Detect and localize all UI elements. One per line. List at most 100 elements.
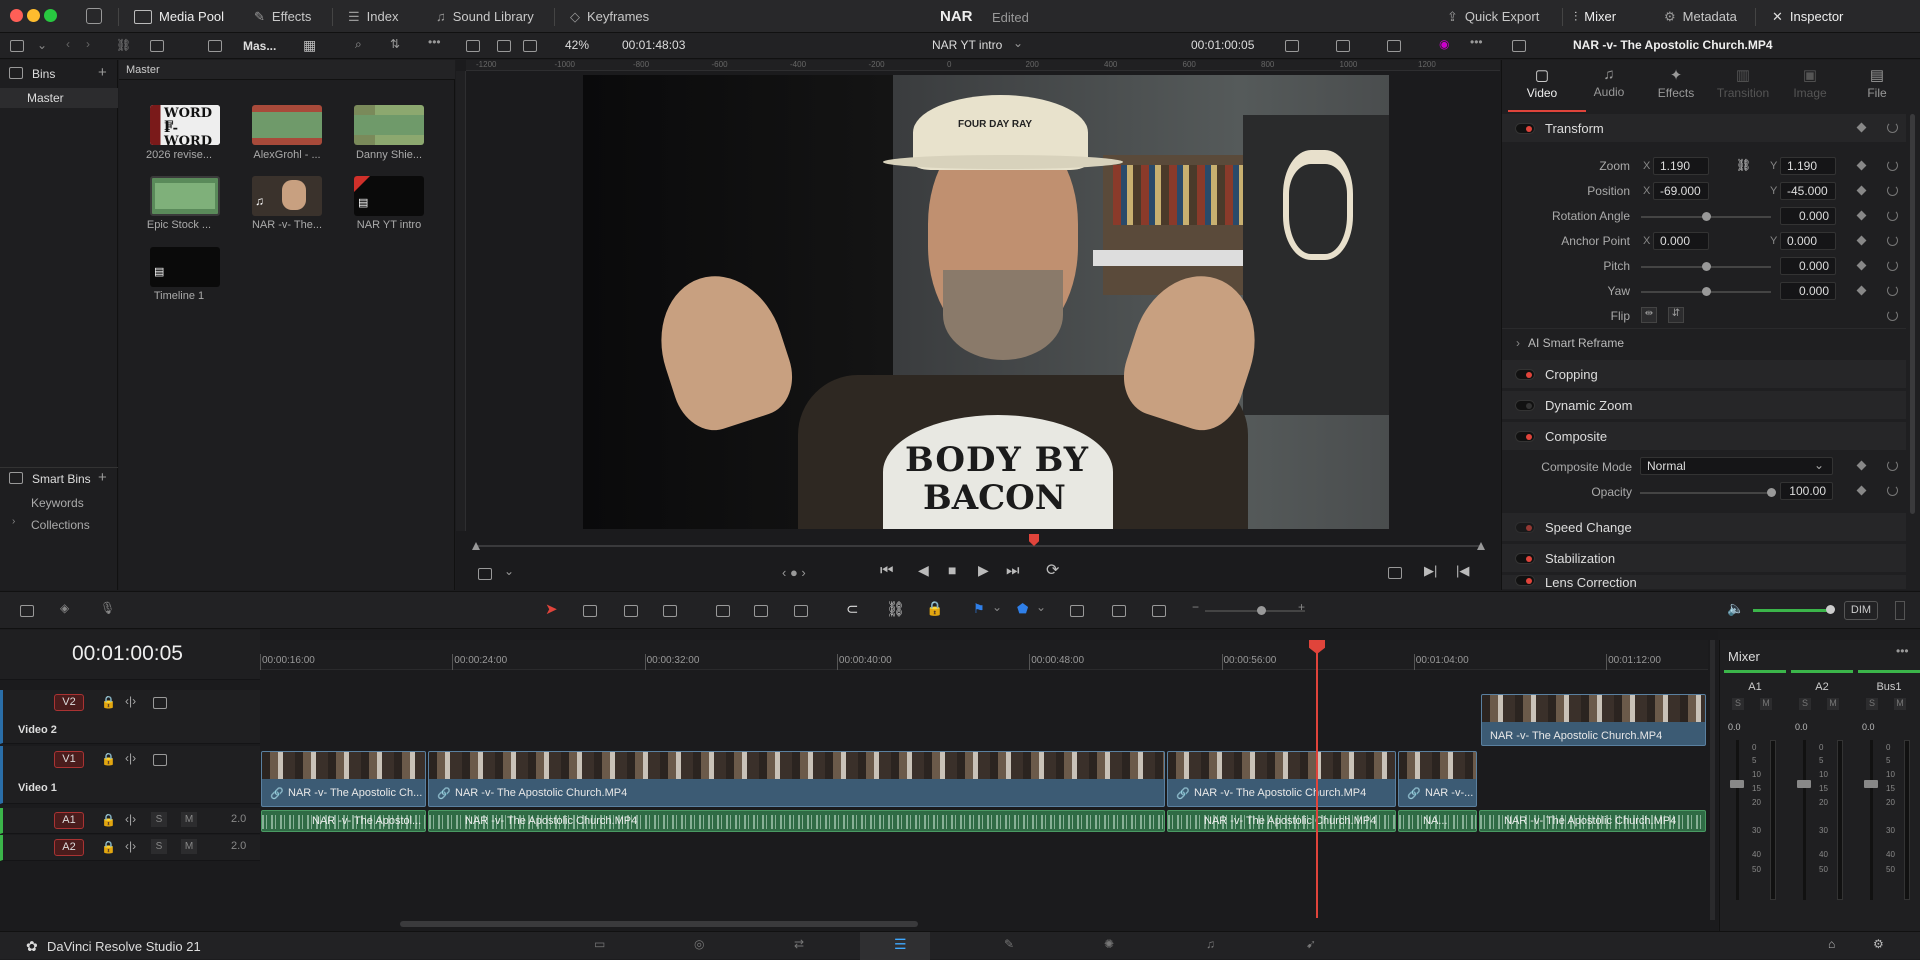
reset-icon[interactable] [1887,235,1898,246]
lock-icon[interactable]: 🔒 [101,752,116,766]
clip-thumbnail[interactable]: WORD F F-WORD [150,105,220,145]
replace-clip-icon[interactable] [794,605,808,617]
transform-toggle[interactable] [1515,122,1535,134]
fusion-page-icon[interactable]: ✎ [1004,937,1014,951]
dynamic-trim-icon[interactable] [624,605,638,617]
prev-edit-icon[interactable]: |◀ [1456,563,1469,579]
pitch-slider-knob[interactable] [1702,262,1711,271]
dynamic-zoom-toggle[interactable] [1515,399,1535,411]
timeline-scrollbar[interactable] [400,921,918,927]
crop-overlay-icon[interactable] [478,568,492,580]
zoom-x-field[interactable]: 1.190 [1653,157,1709,175]
mixer-fader[interactable] [1730,780,1744,788]
tab-audio[interactable]: ♫ Audio [1577,66,1641,99]
media-pool-button[interactable]: Media Pool [134,0,224,33]
next-edit-icon[interactable]: ▶| [1424,563,1437,579]
panel-toggle-icon[interactable] [10,40,24,52]
smart-bin-keywords[interactable]: Keywords [31,496,84,510]
auto-select-icon[interactable]: ‹|› [125,812,136,826]
dim-button[interactable]: DIM [1844,601,1878,620]
rotation-angle-field[interactable]: 0.000 [1780,207,1836,225]
viewer-scrubber[interactable] [476,545,1480,547]
overwrite-clip-icon[interactable] [754,605,768,617]
opacity-slider-knob[interactable] [1767,488,1776,497]
mixer-mute-button[interactable]: M [1827,698,1839,710]
deliver-page-icon[interactable]: ➹ [1306,937,1316,951]
sort-icon[interactable]: ⇅ [390,37,400,51]
auto-select-icon[interactable]: ‹|› [125,839,136,853]
timeline-thumbnail[interactable]: ▤ [354,176,424,216]
zoom-detail-icon[interactable] [1112,605,1126,617]
reset-icon[interactable] [1887,460,1898,471]
audio-clip[interactable]: NAR -v- The Apostolic Church.MP4 [1167,810,1396,832]
video-clip[interactable]: NAR -v- The Apostolic Church.MP4 [1481,694,1706,746]
snapping-icon[interactable]: ⊂ [846,600,859,618]
cloud-icon[interactable] [208,40,222,52]
settings-gear-icon[interactable]: ⚙ [1873,937,1884,951]
reset-icon[interactable] [1887,285,1898,296]
track-a2-badge[interactable]: A2 [54,839,84,856]
audio-clip[interactable]: NAR -v- The Apostolic Church.MP4 [1479,810,1706,832]
anchor-point-y-field[interactable]: 0.000 [1780,232,1836,250]
chevron-down-icon[interactable]: ⌄ [1036,600,1046,614]
volume-slider[interactable] [1753,609,1831,612]
lock-icon[interactable]: 🔒 [101,695,116,709]
reset-icon[interactable] [1887,485,1898,496]
dynamic-zoom-section-header[interactable]: Dynamic Zoom [1502,391,1906,419]
mixer-fader[interactable] [1864,780,1878,788]
metadata-button[interactable]: ⚙ Metadata [1664,0,1737,33]
clip-thumbnail[interactable]: ♫ [252,176,322,216]
inspector-scrollbar[interactable] [1910,114,1915,514]
reset-icon[interactable] [1887,122,1898,133]
tab-image[interactable]: ▣ Image [1778,66,1842,100]
auto-select-icon[interactable]: ‹|› [125,694,136,708]
color-wheel-icon[interactable]: ◉ [1439,37,1449,51]
viewer-layout-icon[interactable] [497,40,511,52]
ai-smart-reframe-row[interactable]: › AI Smart Reframe [1502,328,1906,356]
flip-vertical-icon[interactable]: ⇵ [1668,307,1684,323]
solo-button[interactable]: S [151,812,167,827]
timeline-zoom-slider[interactable] [1205,610,1305,612]
color-page-icon[interactable]: ✺ [1104,937,1114,951]
more-options-icon[interactable]: ••• [1896,644,1909,658]
video-clip[interactable]: 🔗 NAR -v- The Apostolic Church.MP4 [1167,751,1396,807]
back-arrow-icon[interactable]: ‹ [66,37,70,51]
selection-tool-icon[interactable]: ➤ [545,600,558,618]
more-options-icon[interactable]: ••• [1470,35,1483,49]
transform-section-header[interactable]: Transform [1502,114,1906,142]
reset-icon[interactable] [1887,260,1898,271]
zoom-custom-icon[interactable] [1152,605,1166,617]
track-v2-badge[interactable]: V2 [54,694,84,711]
link-icon[interactable]: ⛓ [1736,158,1751,172]
reset-icon[interactable] [1887,210,1898,221]
keyframes-button[interactable]: ◇ Keyframes [570,0,649,33]
mute-button[interactable]: M [181,839,197,854]
sync-page-icon[interactable]: ⇄ [794,937,804,951]
clip-thumbnail[interactable] [252,105,322,145]
track-v1-name[interactable]: Video 1 [18,782,57,794]
chevron-down-icon[interactable]: ⌄ [1013,36,1023,50]
match-frame-icon[interactable] [1388,567,1402,579]
cropping-section-header[interactable]: Cropping [1502,360,1906,388]
flip-horizontal-icon[interactable]: ⇹ [1641,307,1657,323]
marker-icon[interactable]: ⬟ [1017,601,1028,617]
timeline-selector[interactable]: NAR YT intro [932,38,1002,52]
mixer-solo-button[interactable]: S [1866,698,1878,710]
overlay-icon[interactable] [1285,40,1299,52]
transform-icon[interactable] [1387,40,1401,52]
cropping-toggle[interactable] [1515,368,1535,380]
tab-effects[interactable]: ✦ Effects [1644,66,1708,100]
linked-selection-icon[interactable]: ⛓ [886,600,905,618]
clip-thumbnail[interactable] [150,176,220,216]
lens-correction-section-header[interactable]: Lens Correction [1502,575,1906,589]
link-icon[interactable]: ⛓ [116,38,131,52]
go-to-start-icon[interactable]: ⏮ [880,562,894,579]
microphone-icon[interactable]: 🎙 [100,601,115,615]
position-lock-icon[interactable]: 🔒 [926,600,943,617]
lock-icon[interactable]: 🔒 [101,813,116,827]
bin-item-master[interactable]: Master [0,88,118,108]
track-a1-badge[interactable]: A1 [54,812,84,829]
speed-change-toggle[interactable] [1515,521,1535,533]
audio-clip[interactable]: NAR -v- The Apostolic Church.MP4 [428,810,1165,832]
play-reverse-icon[interactable]: ◀ [918,562,929,579]
